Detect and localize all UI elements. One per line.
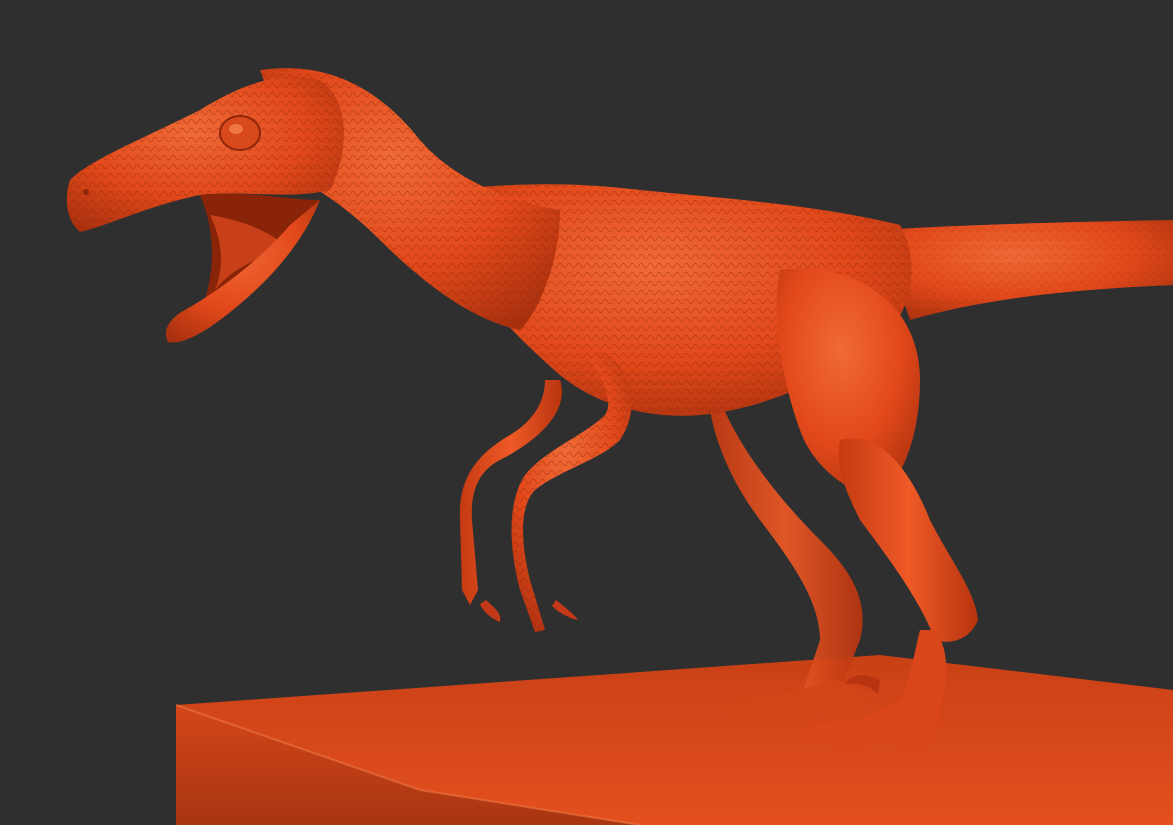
far-arm bbox=[459, 380, 562, 605]
hand-claw-1 bbox=[552, 600, 578, 620]
hand-claw-2 bbox=[480, 600, 501, 622]
raptor-render bbox=[66, 68, 1173, 825]
raptor-head bbox=[66, 76, 344, 343]
sculpt-viewport[interactable] bbox=[0, 0, 1173, 825]
nostril bbox=[83, 189, 89, 195]
sculpt-base bbox=[175, 655, 1173, 825]
